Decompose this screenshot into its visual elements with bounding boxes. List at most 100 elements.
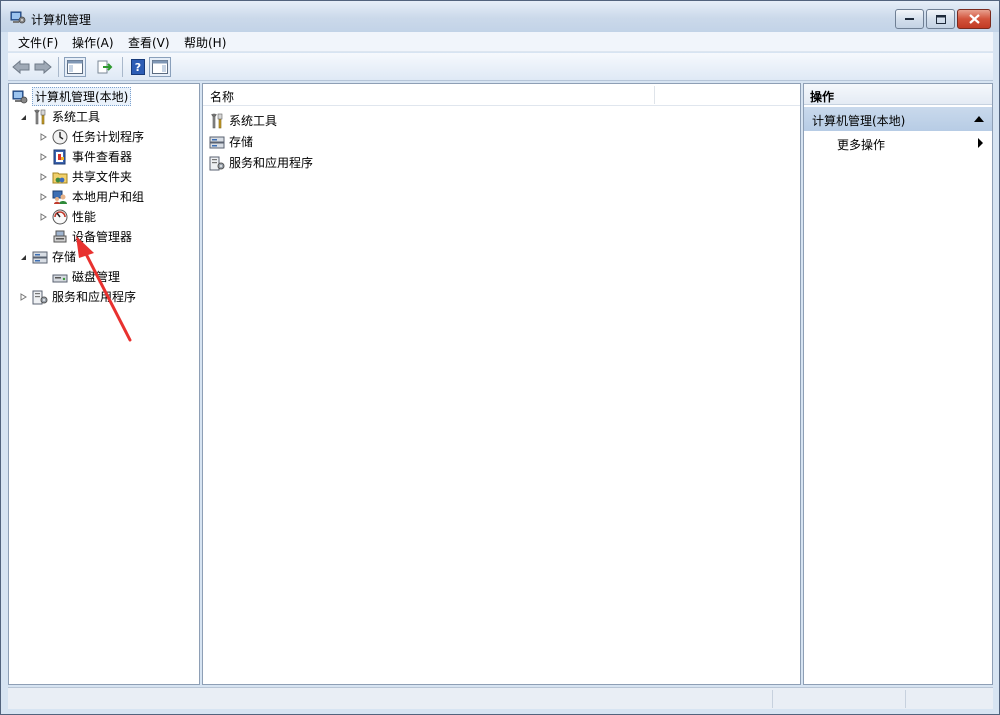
actions-title: 操作 bbox=[810, 90, 835, 104]
show-hide-console-tree-icon bbox=[67, 60, 83, 74]
menu-file[interactable]: 文件(F) bbox=[18, 34, 58, 51]
collapsed-triangle-icon bbox=[40, 173, 47, 181]
minimize-icon bbox=[904, 18, 914, 20]
status-segment bbox=[905, 690, 993, 708]
tree-label: 服务和应用程序 bbox=[52, 290, 137, 304]
computer-management-icon bbox=[10, 11, 26, 24]
toolbar: ? bbox=[8, 53, 993, 81]
menu-help[interactable]: 帮助(H) bbox=[184, 34, 226, 51]
forward-icon bbox=[34, 60, 52, 74]
storage-icon bbox=[209, 136, 225, 148]
status-bar bbox=[8, 687, 993, 709]
title-bar[interactable]: 计算机管理 bbox=[1, 1, 999, 32]
shared-folder-icon bbox=[52, 172, 68, 183]
actions-pane: 操作 计算机管理(本地) 更多操作 bbox=[803, 83, 993, 685]
help-button[interactable]: ? bbox=[127, 57, 149, 77]
tools-icon bbox=[211, 113, 223, 128]
collapsed-triangle-icon bbox=[40, 133, 47, 141]
list-item-storage[interactable]: 存储 bbox=[209, 132, 253, 151]
tree-label: 事件查看器 bbox=[72, 150, 133, 164]
tree-label: 共享文件夹 bbox=[72, 170, 133, 184]
tree-item-task-scheduler[interactable]: 任务计划程序 bbox=[52, 127, 144, 146]
collapsed-triangle-icon bbox=[40, 193, 47, 201]
export-list-button[interactable] bbox=[94, 57, 116, 77]
column-name-header[interactable]: 名称 bbox=[210, 88, 234, 105]
list-item-services-apps[interactable]: 服务和应用程序 bbox=[209, 153, 313, 172]
collapse-arrow-storage[interactable] bbox=[18, 252, 28, 262]
list-column-header[interactable]: 名称 bbox=[203, 84, 800, 106]
action-group-computer-management[interactable]: 计算机管理(本地) bbox=[804, 107, 992, 131]
tree-item-computer-management-local[interactable]: 计算机管理(本地) bbox=[12, 87, 132, 106]
expand-arrow-services-apps[interactable] bbox=[18, 292, 28, 302]
tree-label: 计算机管理(本地) bbox=[32, 87, 132, 106]
tree-label: 系统工具 bbox=[52, 110, 101, 124]
expand-arrow-shared-folders[interactable] bbox=[38, 172, 48, 182]
expand-arrow-performance[interactable] bbox=[38, 212, 48, 222]
show-hide-tree-button[interactable] bbox=[64, 57, 86, 77]
computer-management-window: 计算机管理 文件(F) 操作(A) 查看(V) 帮助(H) ? 计算机管理(本地… bbox=[0, 0, 1000, 715]
tree-label: 磁盘管理 bbox=[72, 270, 121, 284]
clock-icon bbox=[52, 129, 68, 144]
tree-label: 性能 bbox=[72, 210, 97, 224]
tree-item-shared-folders[interactable]: 共享文件夹 bbox=[52, 167, 132, 186]
collapse-arrow-system-tools[interactable] bbox=[18, 112, 28, 122]
tree-item-services-apps[interactable]: 服务和应用程序 bbox=[32, 287, 136, 306]
submenu-arrow-icon bbox=[978, 138, 983, 148]
collapsed-triangle-icon bbox=[40, 213, 47, 221]
expand-arrow-local-users-groups[interactable] bbox=[38, 192, 48, 202]
show-hide-action-pane-button[interactable] bbox=[149, 57, 171, 77]
more-actions-item[interactable]: 更多操作 bbox=[804, 133, 992, 153]
toolbar-separator bbox=[122, 57, 123, 77]
tree-item-performance[interactable]: 性能 bbox=[52, 207, 96, 226]
menu-action[interactable]: 操作(A) bbox=[72, 34, 114, 51]
tree-item-system-tools[interactable]: 系统工具 bbox=[32, 107, 100, 126]
actions-header: 操作 bbox=[804, 84, 992, 105]
close-icon bbox=[968, 14, 980, 24]
expanded-triangle-icon bbox=[20, 114, 26, 120]
column-divider[interactable] bbox=[654, 86, 655, 104]
tree-item-device-manager[interactable]: 设备管理器 bbox=[52, 227, 132, 246]
device-manager-icon bbox=[53, 230, 67, 242]
tools-icon bbox=[34, 109, 46, 124]
maximize-icon bbox=[935, 14, 946, 24]
maximize-button[interactable] bbox=[926, 9, 955, 29]
tree-label: 设备管理器 bbox=[72, 230, 133, 244]
services-icon bbox=[209, 156, 225, 170]
content-list-pane[interactable]: 名称 系统工具 存储 服务和应用程序 bbox=[202, 83, 801, 685]
tree-label: 存储 bbox=[52, 250, 77, 264]
expand-arrow-task-scheduler[interactable] bbox=[38, 132, 48, 142]
back-icon bbox=[12, 60, 30, 74]
console-tree-pane[interactable]: 计算机管理(本地) 系统工具 任务计划程序 事件查看器 共享文件夹 本地用户和组… bbox=[8, 83, 200, 685]
minimize-button[interactable] bbox=[895, 9, 924, 29]
list-item-label: 服务和应用程序 bbox=[229, 156, 314, 170]
menu-view[interactable]: 查看(V) bbox=[128, 34, 170, 51]
close-button[interactable] bbox=[957, 9, 991, 29]
computer-management-icon bbox=[12, 90, 28, 103]
tree-label: 本地用户和组 bbox=[72, 190, 145, 204]
tree-item-local-users-groups[interactable]: 本地用户和组 bbox=[52, 187, 144, 206]
back-button[interactable] bbox=[10, 57, 32, 77]
action-group-label: 计算机管理(本地) bbox=[812, 114, 906, 128]
collapsed-triangle-icon bbox=[40, 153, 47, 161]
forward-button[interactable] bbox=[32, 57, 54, 77]
tree-item-event-viewer[interactable]: 事件查看器 bbox=[52, 147, 132, 166]
export-list-icon bbox=[97, 60, 113, 74]
more-actions-label: 更多操作 bbox=[837, 138, 886, 152]
list-item-label: 系统工具 bbox=[229, 114, 278, 128]
list-item-system-tools[interactable]: 系统工具 bbox=[209, 111, 277, 130]
toolbar-separator bbox=[58, 57, 59, 77]
services-icon bbox=[32, 290, 48, 304]
help-icon: ? bbox=[131, 59, 145, 75]
tree-label: 任务计划程序 bbox=[72, 130, 145, 144]
performance-gauge-icon bbox=[52, 209, 68, 224]
menu-bar: 文件(F) 操作(A) 查看(V) 帮助(H) bbox=[8, 32, 993, 52]
disk-management-icon bbox=[52, 274, 68, 282]
expand-arrow-event-viewer[interactable] bbox=[38, 152, 48, 162]
window-title: 计算机管理 bbox=[31, 13, 92, 27]
tree-item-storage[interactable]: 存储 bbox=[32, 247, 76, 266]
collapse-up-icon[interactable] bbox=[974, 116, 984, 122]
list-item-label: 存储 bbox=[229, 135, 254, 149]
tree-item-disk-management[interactable]: 磁盘管理 bbox=[52, 267, 120, 286]
show-hide-action-pane-icon bbox=[152, 60, 168, 74]
svg-text:?: ? bbox=[135, 61, 141, 74]
